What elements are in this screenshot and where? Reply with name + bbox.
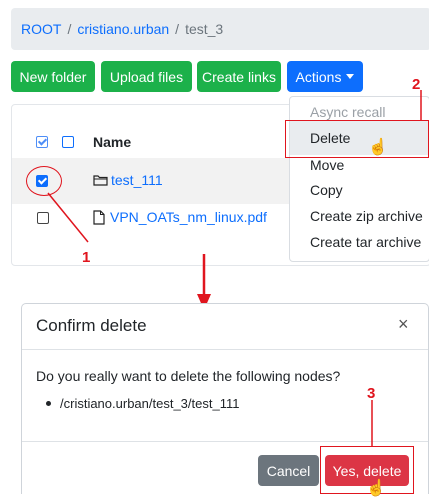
annotation-box-delete	[285, 120, 429, 158]
breadcrumb-root-link[interactable]: ROOT	[21, 21, 61, 37]
annotation-pointer	[371, 400, 373, 446]
breadcrumb-user-link[interactable]: cristiano.urban	[77, 21, 169, 37]
caret-down-icon	[346, 74, 355, 79]
new-folder-button[interactable]: New folder	[11, 61, 95, 92]
create-links-button[interactable]: Create links	[197, 61, 281, 92]
menu-item-copy[interactable]: Copy	[310, 182, 343, 198]
folder-icon	[93, 175, 108, 186]
menu-item-async-recall: Async recall	[310, 104, 386, 120]
modal-header-divider	[22, 349, 428, 350]
breadcrumb: ROOT / cristiano.urban / test_3	[11, 8, 429, 50]
table-row[interactable]: VPN_OATs_nm_linux.pdf	[93, 209, 267, 225]
menu-item-create-tar[interactable]: Create tar archive	[310, 234, 421, 250]
close-icon[interactable]: ×	[398, 314, 409, 335]
header-checkbox[interactable]	[62, 136, 74, 148]
file-link[interactable]: VPN_OATs_nm_linux.pdf	[110, 209, 267, 225]
modal-question: Do you really want to delete the followi…	[36, 368, 341, 384]
hand-cursor-icon: ☝	[366, 480, 386, 497]
cancel-button[interactable]: Cancel	[258, 455, 319, 486]
breadcrumb-separator: /	[175, 21, 180, 37]
menu-item-create-zip[interactable]: Create zip archive	[310, 208, 423, 224]
breadcrumb-separator: /	[67, 21, 72, 37]
modal-title: Confirm delete	[36, 316, 147, 335]
annotation-number-2: 2	[412, 76, 421, 93]
table-row[interactable]: test_111	[93, 172, 163, 188]
folder-link[interactable]: test_111	[111, 172, 163, 188]
menu-item-move[interactable]: Move	[310, 157, 344, 173]
breadcrumb-current: test_3	[185, 21, 224, 37]
select-all-checkbox[interactable]	[36, 136, 48, 148]
actions-label: Actions	[295, 68, 342, 85]
annotation-number-1: 1	[82, 249, 91, 266]
actions-dropdown-button[interactable]: Actions	[287, 61, 363, 92]
annotation-pointer	[420, 90, 422, 120]
upload-files-button[interactable]: Upload files	[101, 61, 192, 92]
hand-cursor-icon: ☝	[368, 139, 388, 156]
list-bullet	[46, 401, 51, 406]
annotation-pointer	[47, 192, 89, 243]
node-path: /cristiano.urban/test_3/test_111	[60, 396, 240, 411]
name-column-header[interactable]: Name	[93, 134, 131, 150]
annotation-number-3: 3	[367, 385, 376, 402]
